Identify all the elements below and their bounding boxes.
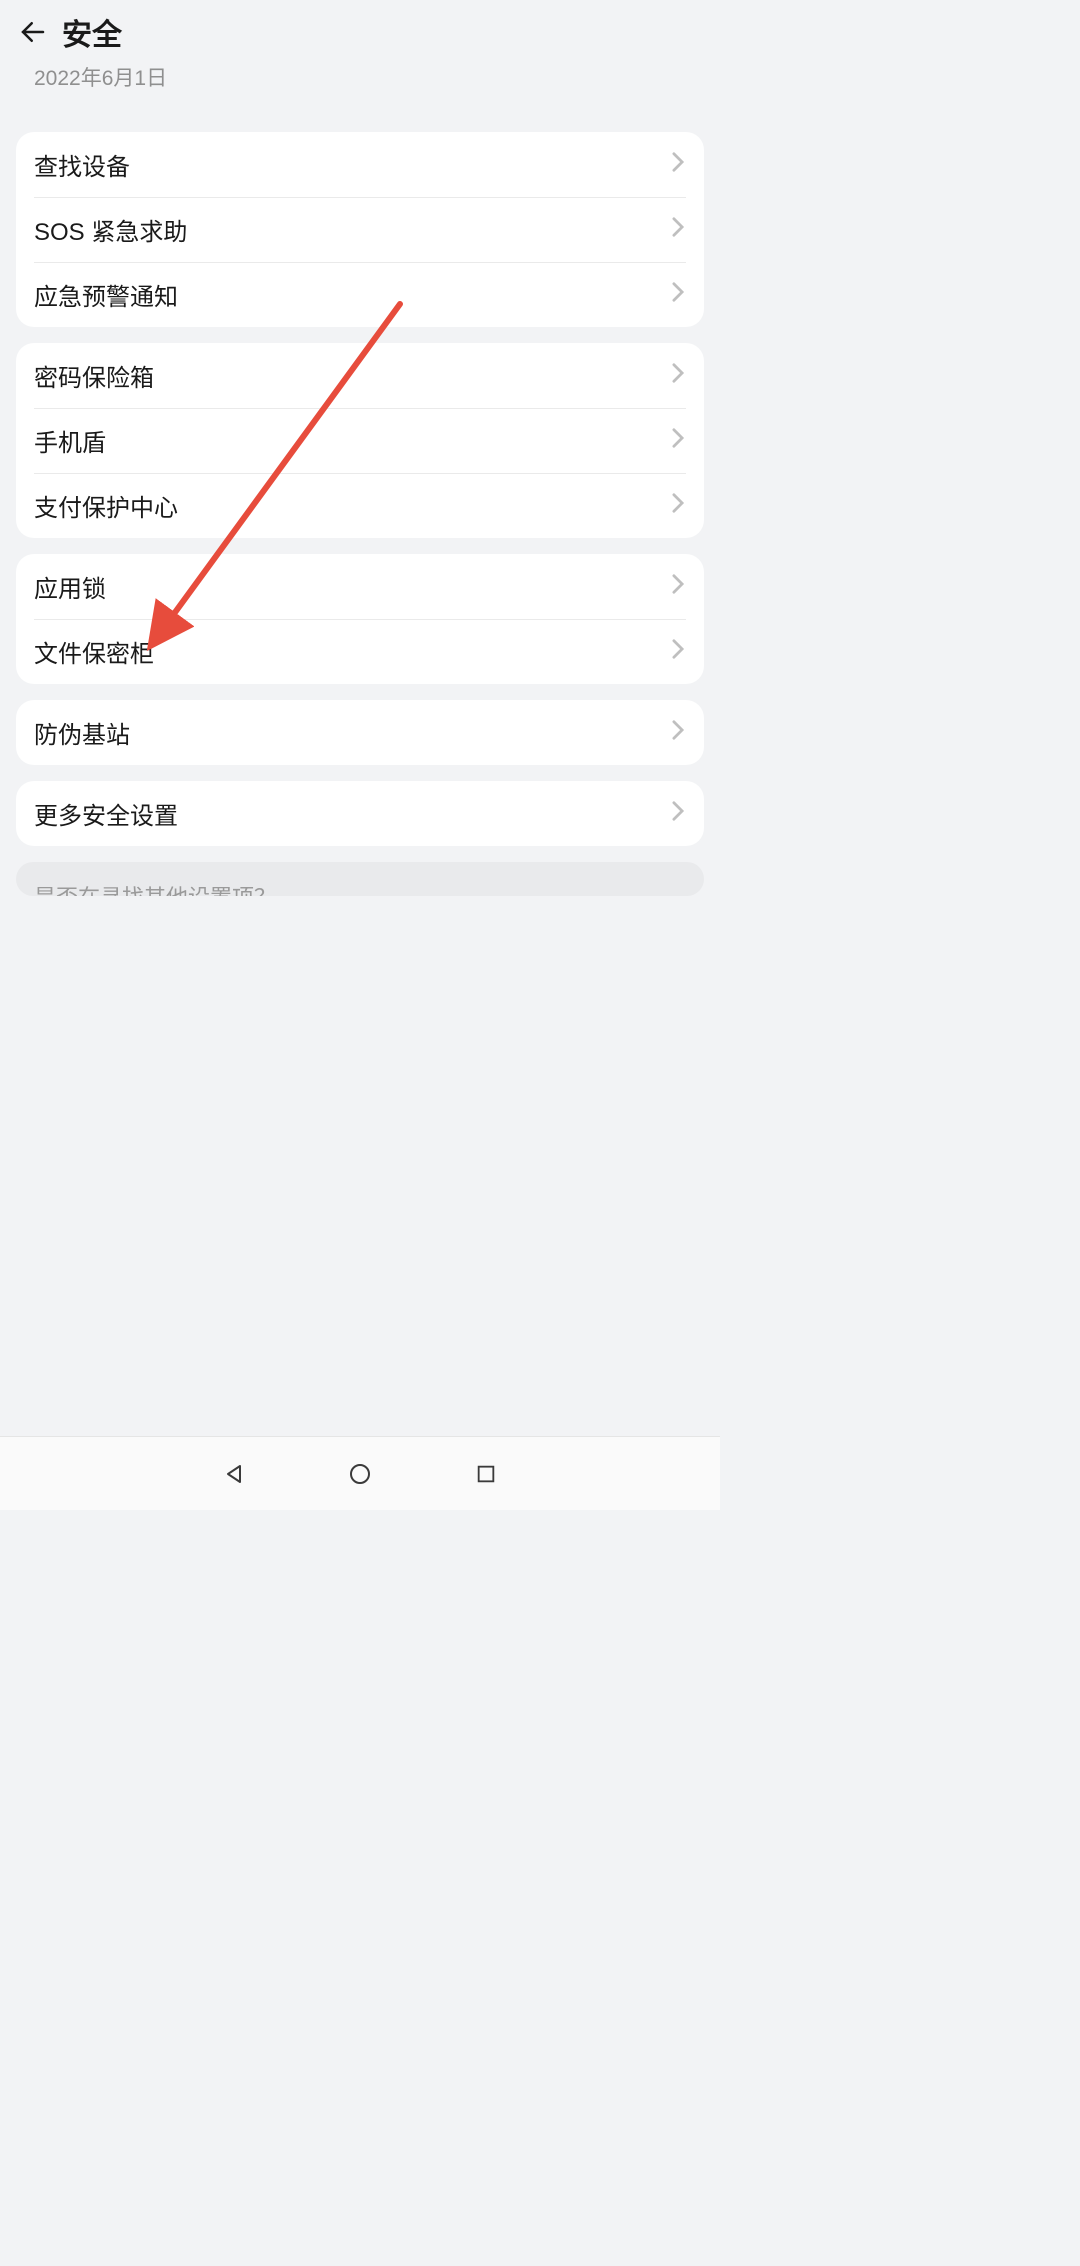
row-phone-shield[interactable]: 手机盾	[16, 408, 704, 473]
row-label: 应急预警通知	[34, 277, 178, 312]
system-nav-bar	[0, 1436, 720, 1510]
content-area: 查找设备 SOS 紧急求助 应急预警通知 密码保险箱	[0, 98, 720, 1436]
page-subtitle: 2022年6月1日	[18, 60, 702, 98]
nav-recents-button[interactable]	[468, 1456, 504, 1492]
group-2: 密码保险箱 手机盾 支付保护中心	[16, 343, 704, 538]
row-label: 防伪基站	[34, 715, 130, 750]
chevron-right-icon	[670, 427, 686, 454]
row-password-vault[interactable]: 密码保险箱	[16, 343, 704, 408]
group-4: 防伪基站	[16, 700, 704, 765]
row-fake-base-station[interactable]: 防伪基站	[16, 700, 704, 765]
app-bar: 安全 2022年6月1日	[0, 0, 720, 98]
row-label: 手机盾	[34, 423, 106, 458]
row-label: 应用锁	[34, 569, 106, 604]
chevron-right-icon	[670, 492, 686, 519]
row-file-safe[interactable]: 文件保密柜	[16, 619, 704, 684]
triangle-back-icon	[222, 1462, 246, 1486]
row-label: 支付保护中心	[34, 488, 178, 523]
footer-hint-text: 是否在寻找其他设置项？	[34, 880, 686, 896]
screen: 安全 2022年6月1日 查找设备 SOS 紧急求助 应急预警通知	[0, 0, 720, 1510]
row-app-lock[interactable]: 应用锁	[16, 554, 704, 619]
chevron-right-icon	[670, 800, 686, 827]
footer-hint-card: 是否在寻找其他设置项？	[16, 862, 704, 896]
back-arrow-icon	[18, 17, 48, 47]
nav-back-button[interactable]	[216, 1456, 252, 1492]
chevron-right-icon	[670, 216, 686, 243]
circle-home-icon	[348, 1462, 372, 1486]
group-5: 更多安全设置	[16, 781, 704, 846]
chevron-right-icon	[670, 638, 686, 665]
row-label: 更多安全设置	[34, 796, 178, 831]
page-title: 安全	[62, 10, 122, 54]
row-more-security[interactable]: 更多安全设置	[16, 781, 704, 846]
app-bar-top: 安全	[18, 4, 702, 60]
group-3: 应用锁 文件保密柜	[16, 554, 704, 684]
row-label: 文件保密柜	[34, 634, 154, 669]
row-label: SOS 紧急求助	[34, 212, 187, 247]
chevron-right-icon	[670, 362, 686, 389]
chevron-right-icon	[670, 573, 686, 600]
nav-home-button[interactable]	[342, 1456, 378, 1492]
group-1: 查找设备 SOS 紧急求助 应急预警通知	[16, 132, 704, 327]
row-payment-protection[interactable]: 支付保护中心	[16, 473, 704, 538]
row-sos[interactable]: SOS 紧急求助	[16, 197, 704, 262]
row-emergency-alert[interactable]: 应急预警通知	[16, 262, 704, 327]
back-button[interactable]	[18, 12, 58, 52]
chevron-right-icon	[670, 719, 686, 746]
row-find-device[interactable]: 查找设备	[16, 132, 704, 197]
chevron-right-icon	[670, 151, 686, 178]
row-label: 查找设备	[34, 147, 130, 182]
chevron-right-icon	[670, 281, 686, 308]
square-recents-icon	[475, 1463, 497, 1485]
row-label: 密码保险箱	[34, 358, 154, 393]
